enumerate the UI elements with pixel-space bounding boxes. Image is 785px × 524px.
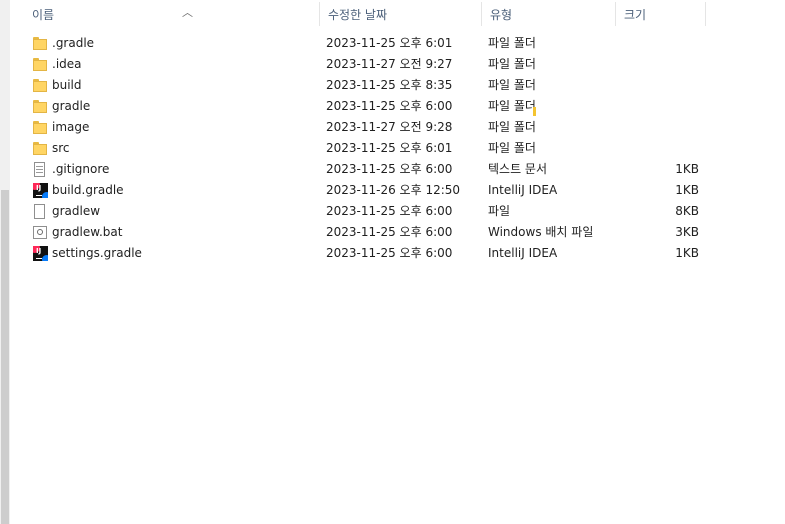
file-name: gradle [52, 99, 91, 113]
file-row[interactable]: build 2023-11-25 오후 8:35 파일 폴더 [10, 75, 710, 96]
file-name: .idea [52, 57, 82, 71]
scrollbar-thumb[interactable] [1, 190, 9, 524]
file-size: 1KB [675, 183, 699, 197]
file-size [610, 117, 699, 138]
file-date: 2023-11-27 오전 9:27 [326, 57, 453, 71]
file-date: 2023-11-25 오후 6:00 [326, 99, 453, 113]
file-size [610, 75, 699, 96]
file-size: 1KB [675, 162, 699, 176]
sort-ascending-icon: ︿ [182, 6, 193, 19]
column-header-date-label: 수정한 날짜 [328, 8, 388, 22]
file-date: 2023-11-26 오후 12:50 [326, 183, 461, 197]
file-type: 파일 폴더 [488, 141, 536, 155]
text-cursor-marker [533, 107, 536, 116]
file-size: 3KB [675, 225, 699, 239]
file-size [610, 96, 699, 117]
column-header-name-label: 이름 [32, 8, 55, 22]
file-date: 2023-11-27 오전 9:28 [326, 120, 453, 134]
folder-icon [32, 56, 48, 73]
column-header-size-label: 크기 [624, 8, 647, 22]
file-type: 파일 [488, 204, 511, 218]
file-name: .gradle [52, 36, 95, 50]
file-name: src [52, 141, 70, 155]
file-date: 2023-11-25 오후 6:00 [326, 246, 453, 260]
column-header-date[interactable]: 수정한 날짜 [320, 0, 482, 28]
column-header-name[interactable]: 이름 ︿ [24, 0, 320, 28]
file-type: Windows 배치 파일 [488, 225, 594, 239]
file-row[interactable]: .gradle 2023-11-25 오후 6:01 파일 폴더 [10, 33, 710, 54]
file-row[interactable]: gradle 2023-11-25 오후 6:00 파일 폴더 [10, 96, 710, 117]
column-header-size[interactable]: 크기 [616, 0, 706, 28]
folder-icon [32, 35, 48, 52]
file-date: 2023-11-25 오후 6:01 [326, 36, 453, 50]
file-type: 파일 폴더 [488, 78, 536, 92]
file-size: 8KB [675, 204, 699, 218]
file-name: gradlew [52, 204, 101, 218]
file-type: IntelliJ IDEA [488, 183, 558, 197]
file-row[interactable]: .gitignore 2023-11-25 오후 6:00 텍스트 문서 1KB [10, 159, 710, 180]
folder-icon [32, 140, 48, 157]
column-header-type[interactable]: 유형 [482, 0, 616, 28]
intellij-idea-icon: IJ [32, 245, 48, 262]
file-date: 2023-11-25 오후 6:00 [326, 225, 453, 239]
file-name: gradlew.bat [52, 225, 123, 239]
file-name: build [52, 78, 82, 92]
file-name: image [52, 120, 90, 134]
text-file-icon [32, 161, 48, 178]
file-name: settings.gradle [52, 246, 142, 260]
file-row[interactable]: .idea 2023-11-27 오전 9:27 파일 폴더 [10, 54, 710, 75]
file-type: 파일 폴더 [488, 120, 536, 134]
file-row[interactable]: gradlew 2023-11-25 오후 6:00 파일 8KB [10, 201, 710, 222]
file-date: 2023-11-25 오후 6:01 [326, 141, 453, 155]
file-size [610, 33, 699, 54]
file-name: build.gradle [52, 183, 124, 197]
batch-file-icon [32, 224, 48, 241]
file-type: 파일 폴더 [488, 99, 536, 113]
file-name: .gitignore [52, 162, 110, 176]
file-size: 1KB [675, 246, 699, 260]
file-size [610, 138, 699, 159]
file-size [610, 54, 699, 75]
file-row[interactable]: gradlew.bat 2023-11-25 오후 6:00 Windows 배… [10, 222, 710, 243]
file-row[interactable]: IJ build.gradle 2023-11-26 오후 12:50 Inte… [10, 180, 710, 201]
file-type: 파일 폴더 [488, 57, 536, 71]
left-pane-scrollbar[interactable] [0, 0, 10, 524]
folder-icon [32, 119, 48, 136]
file-date: 2023-11-25 오후 8:35 [326, 78, 453, 92]
column-divider[interactable] [705, 2, 706, 26]
file-row[interactable]: src 2023-11-25 오후 6:01 파일 폴더 [10, 138, 710, 159]
file-row[interactable]: image 2023-11-27 오전 9:28 파일 폴더 [10, 117, 710, 138]
file-date: 2023-11-25 오후 6:00 [326, 162, 453, 176]
folder-icon [32, 98, 48, 115]
blank-file-icon [32, 203, 48, 220]
file-type: 텍스트 문서 [488, 162, 548, 176]
file-type: IntelliJ IDEA [488, 246, 558, 260]
folder-icon [32, 77, 48, 94]
intellij-idea-icon: IJ [32, 182, 48, 199]
file-type: 파일 폴더 [488, 36, 536, 50]
file-date: 2023-11-25 오후 6:00 [326, 204, 453, 218]
column-header-type-label: 유형 [490, 8, 513, 22]
file-row[interactable]: IJ settings.gradle 2023-11-25 오후 6:00 In… [10, 243, 710, 264]
column-header: 이름 ︿ 수정한 날짜 유형 크기 [10, 0, 785, 28]
